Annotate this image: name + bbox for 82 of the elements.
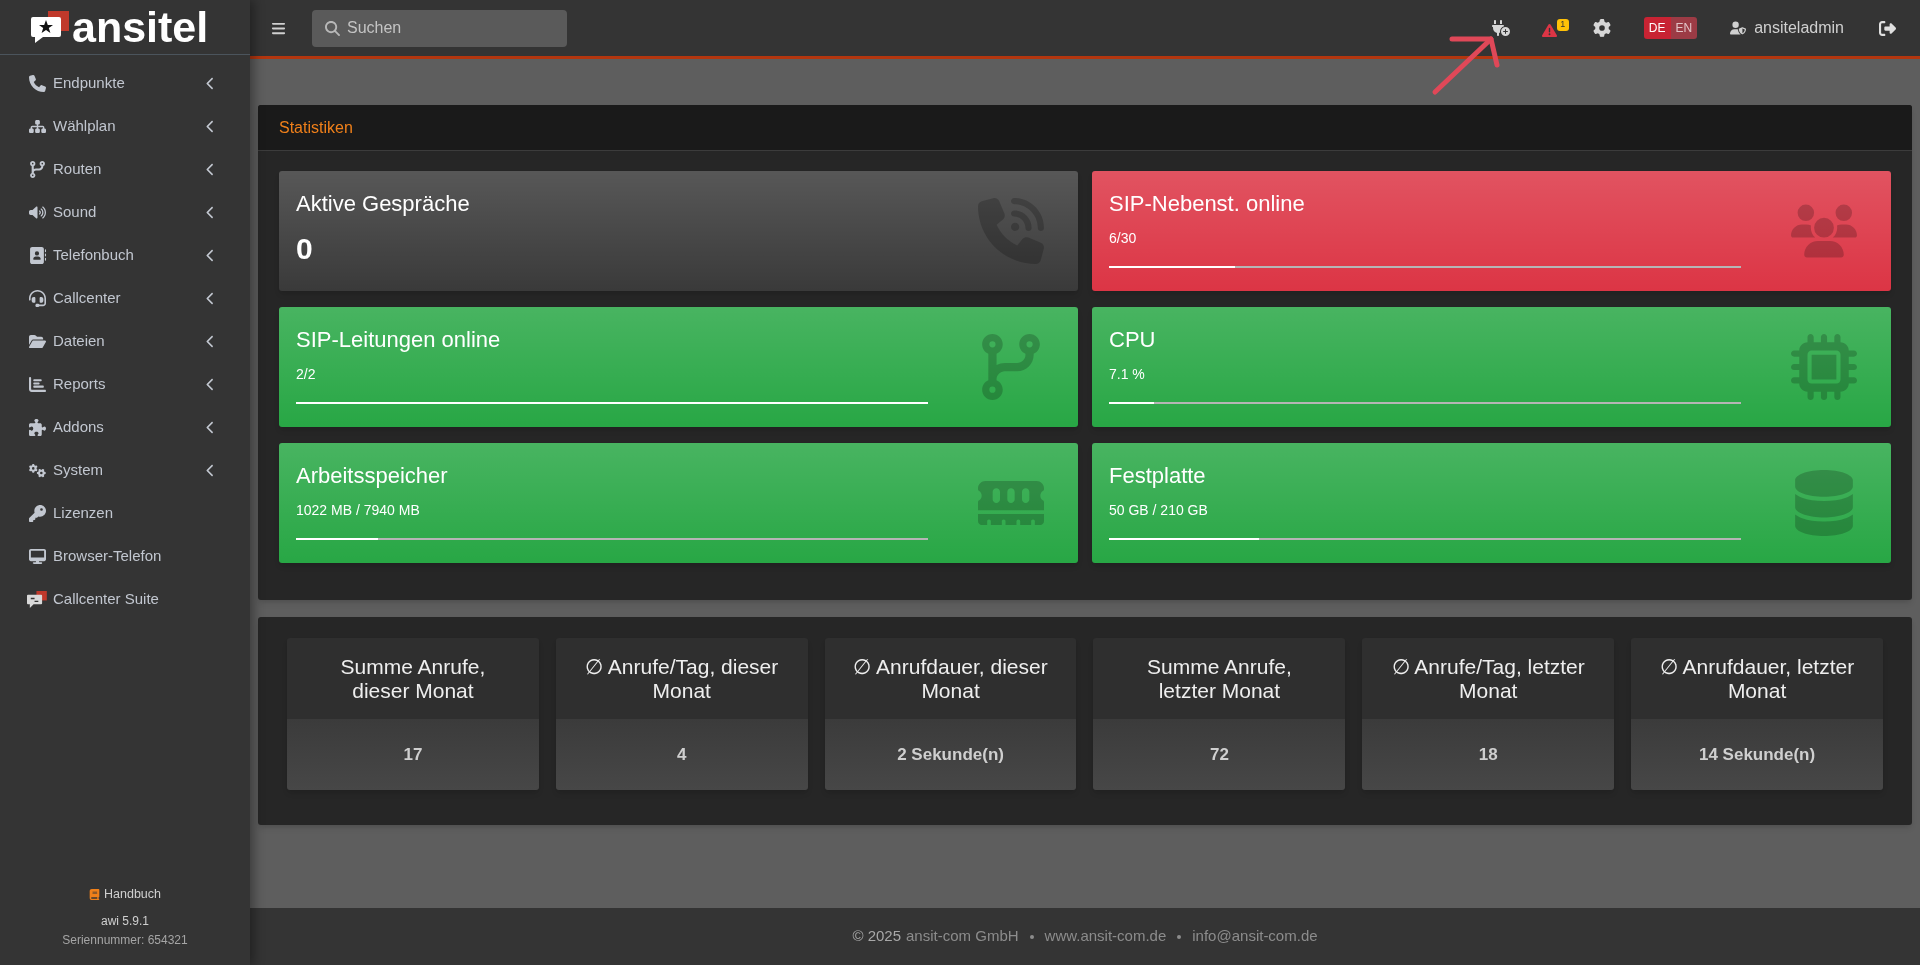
sitemap-icon [28, 118, 46, 135]
summary-label: Summe Anrufe, dieser Monat [287, 638, 539, 719]
branch-icon [28, 161, 46, 178]
summary-label: ∅ Anrufdauer, dieser Monat [824, 638, 1077, 719]
summary-value: 17 [287, 719, 539, 790]
sidebar-item[interactable]: Lizenzen [0, 492, 250, 535]
sidebar-item[interactable]: Sound [0, 191, 250, 234]
monitor-icon [28, 548, 46, 565]
card-value: 2/2 [296, 365, 316, 384]
sidebar-item[interactable]: Callcenter [0, 277, 250, 320]
menu-button[interactable] [271, 20, 286, 36]
sidebar-item[interactable]: Endpunkte [0, 62, 250, 105]
summary-value: 14 Sekunde(n) [1631, 719, 1883, 790]
summary-value: 72 [1093, 719, 1346, 790]
footer-link[interactable]: info@ansit-com.de [1192, 925, 1318, 948]
phone-icon [28, 75, 46, 92]
brand-name: ansitel [72, 5, 209, 49]
company-link[interactable]: ansit-com GmbH [906, 925, 1019, 948]
user-menu-button[interactable]: ansiteladmin [1730, 16, 1844, 40]
card-value: 50 GB / 210 GB [1109, 501, 1208, 520]
summary-label: ∅ Anrufe/Tag, letzter Monat [1362, 638, 1615, 719]
alert-count-badge: 1 [1556, 18, 1569, 31]
menu-icon [271, 20, 286, 36]
folder-icon [28, 333, 46, 350]
logout-icon [1879, 19, 1896, 37]
sidebar-item[interactable]: System [0, 449, 250, 492]
logo-icon [31, 11, 69, 43]
footer-link[interactable]: www.ansit-com.de [1044, 925, 1167, 948]
card-title: Festplatte [1109, 463, 1206, 489]
book-icon [89, 888, 100, 900]
summary-label: Summe Anrufe, letzter Monat [1093, 638, 1346, 719]
sidebar-item[interactable]: Wählplan [0, 105, 250, 148]
user-shield-icon [1730, 20, 1747, 36]
bullet-icon [1029, 934, 1034, 939]
settings-button[interactable] [1592, 19, 1611, 37]
sidebar-item[interactable]: Telefonbuch [0, 234, 250, 277]
summary-value: 2 Sekunde(n) [824, 719, 1077, 790]
search-field[interactable]: Suchen [312, 9, 567, 47]
card-value: 0 [296, 231, 313, 267]
logout-button[interactable] [1879, 19, 1896, 37]
bar-chart-icon [28, 376, 46, 393]
bullet-icon [1177, 934, 1182, 939]
gears-icon [28, 462, 46, 479]
sidebar-item[interactable]: Routen [0, 148, 250, 191]
version-text: awi 5.9.1 [101, 913, 149, 929]
card-value: 6/30 [1109, 229, 1137, 248]
search-icon [325, 20, 340, 36]
microchip-icon [1791, 334, 1857, 400]
card-title: CPU [1109, 327, 1156, 353]
language-button[interactable]: EN [1670, 17, 1698, 39]
settings-icon [1592, 19, 1611, 37]
summary-label: ∅ Anrufdauer, letzter Monat [1631, 638, 1883, 719]
card-title: Aktive Gespräche [296, 191, 470, 217]
language-button[interactable]: DE [1643, 17, 1671, 39]
card-value: 7.1 % [1109, 365, 1145, 384]
card-value: 1022 MB / 7940 MB [296, 501, 420, 520]
serial-number: Seriennummer: 654321 [62, 932, 188, 948]
speaker-icon [28, 204, 46, 221]
plug-button[interactable] [1491, 19, 1510, 37]
copyright-text: © 2025 [852, 926, 902, 947]
sidebar-item[interactable]: Reports [0, 363, 250, 406]
headset-icon [28, 290, 46, 307]
sidebar-item[interactable]: Dateien [0, 320, 250, 363]
alerts-button[interactable]: 1 [1541, 18, 1569, 38]
card-title: SIP-Leitungen online [296, 327, 501, 353]
sidebar-item[interactable]: Addons [0, 406, 250, 449]
card-title: Arbeitsspeicher [296, 463, 448, 489]
sidebar-item[interactable]: Callcenter Suite [0, 578, 250, 621]
summary-value: 4 [555, 719, 808, 790]
panel-title: Statistiken [279, 117, 353, 138]
chat-bubbles-icon [27, 591, 47, 608]
warning-icon [1541, 22, 1557, 38]
summary-value: 18 [1362, 719, 1615, 790]
card-title: SIP-Nebenst. online [1109, 191, 1305, 217]
manual-link[interactable]: Handbuch [89, 886, 161, 902]
sidebar-item[interactable]: Browser-Telefon [0, 535, 250, 578]
plug-plus-icon [1491, 19, 1510, 37]
summary-label: ∅ Anrufe/Tag, dieser Monat [555, 638, 808, 719]
address-book-icon [28, 247, 46, 264]
key-icon [28, 505, 46, 522]
phone-volume-icon [978, 198, 1044, 264]
puzzle-icon [28, 419, 46, 436]
